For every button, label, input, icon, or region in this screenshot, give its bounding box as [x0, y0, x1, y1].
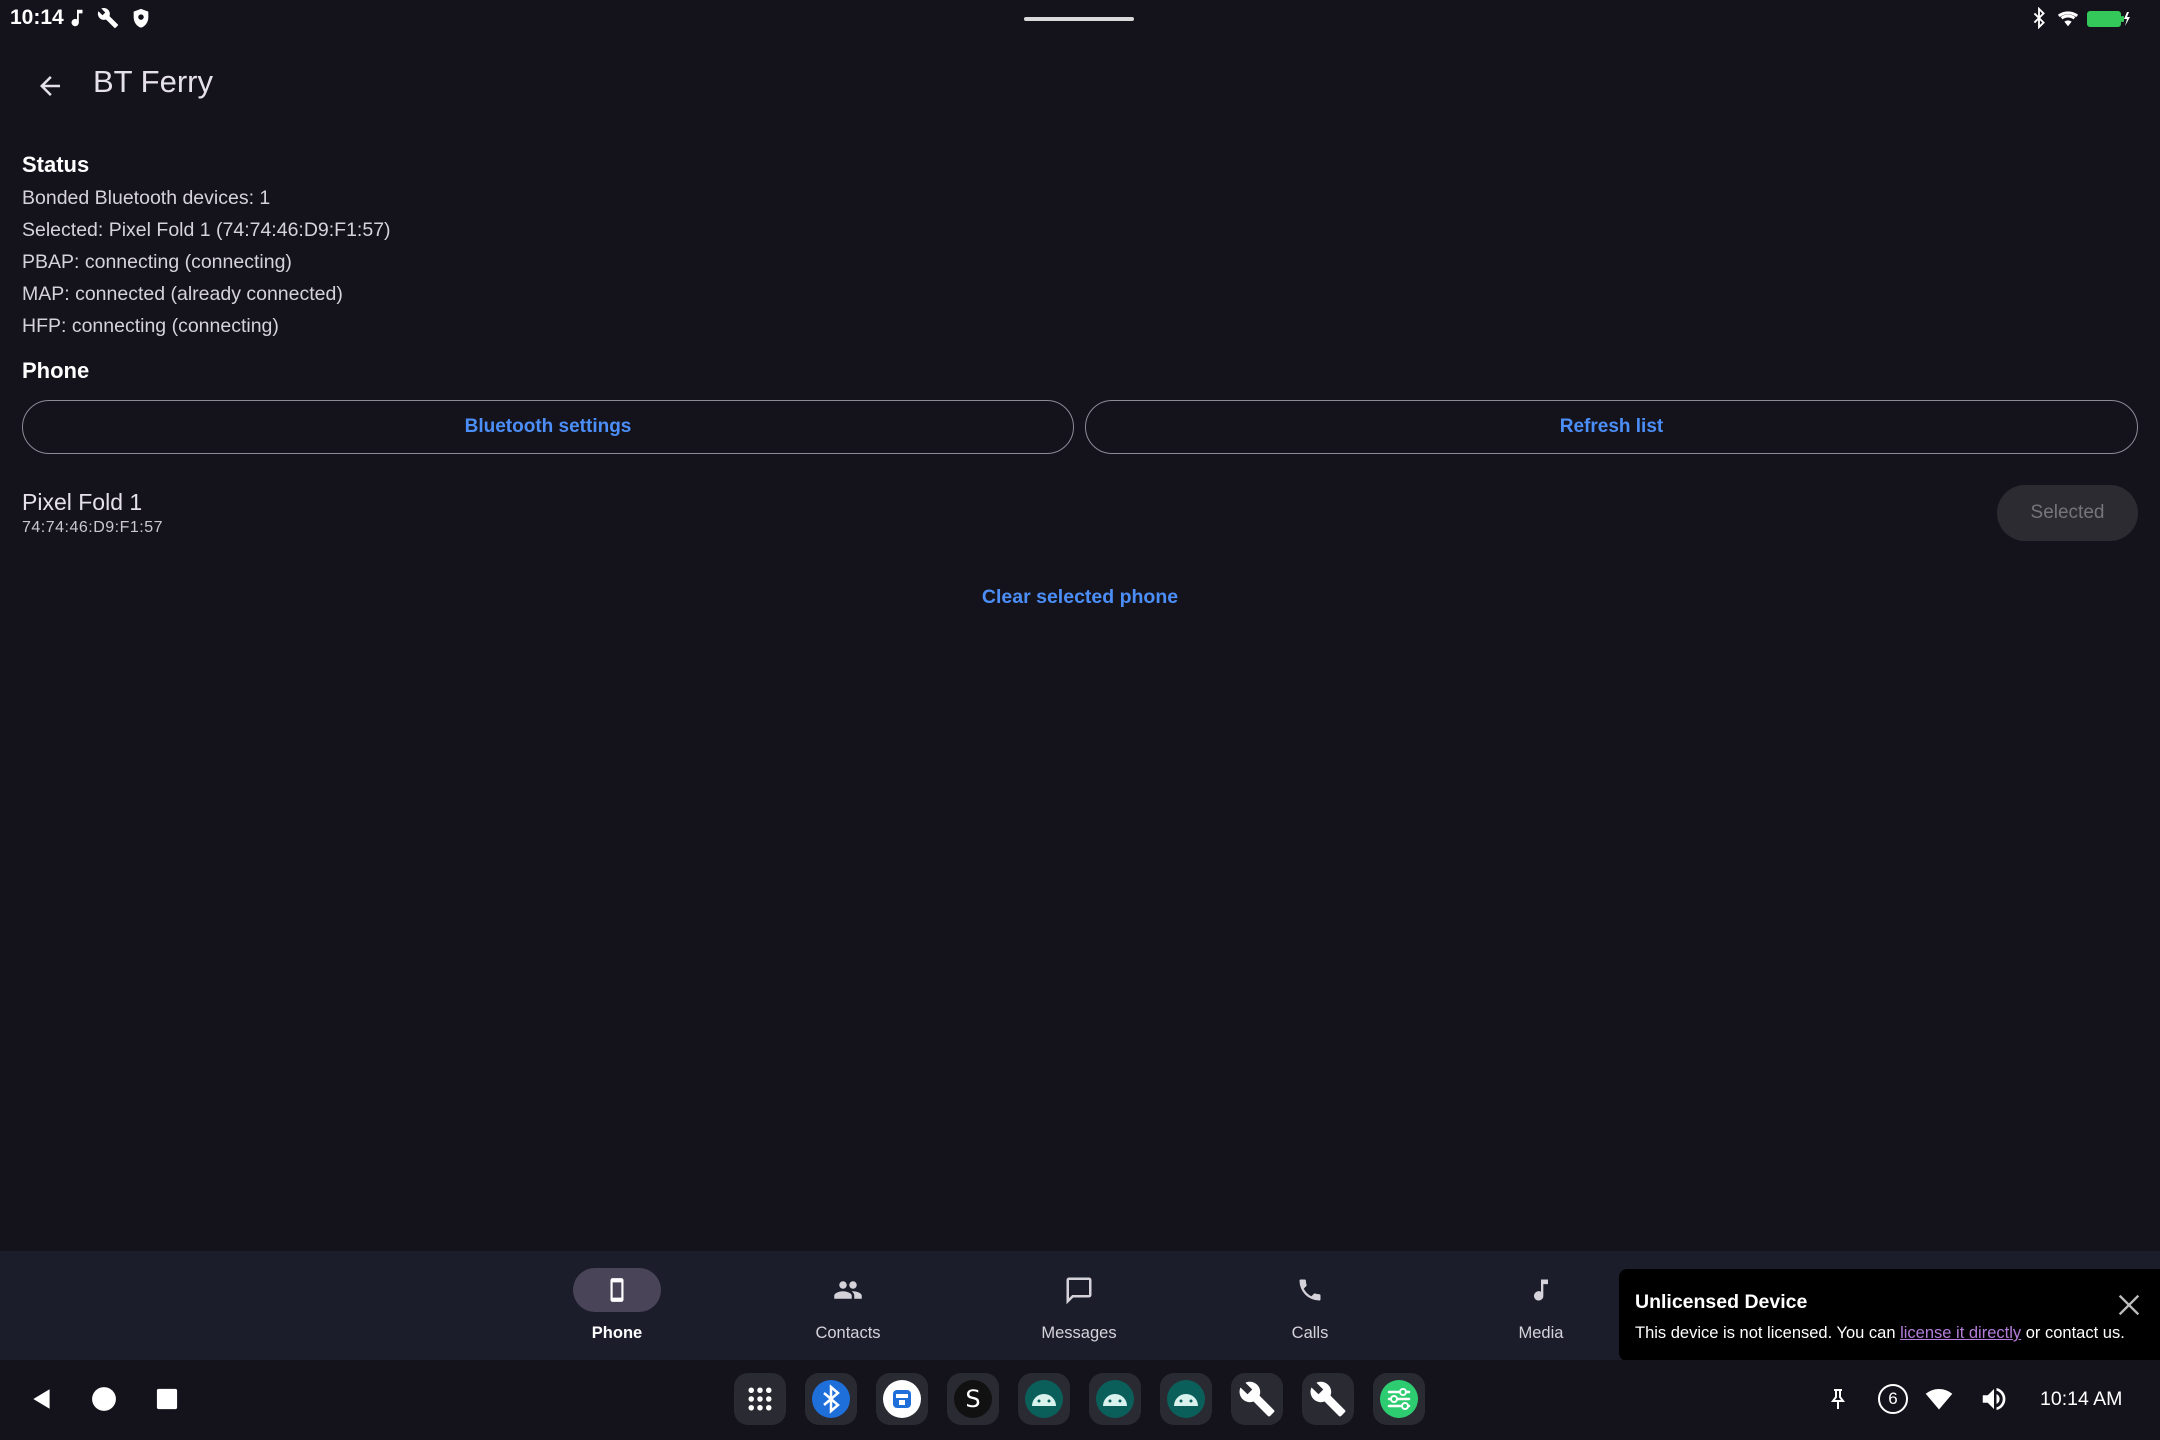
shield-icon [130, 7, 152, 29]
device-name: Pixel Fold 1 [22, 489, 143, 515]
bluetooth-app-icon[interactable] [805, 1373, 857, 1425]
settings-tune-app-icon[interactable] [1373, 1373, 1425, 1425]
toast-body: This device is not licensed. You can lic… [1635, 1324, 2125, 1343]
device-address: 74:74:46:D9:F1:57 [22, 519, 164, 536]
toast-body-prefix: This device is not licensed. You can [1635, 1324, 1901, 1342]
music-note-icon [66, 7, 88, 29]
phone-device-icon [573, 1268, 661, 1312]
status-line-hfp: HFP: connecting (connecting) [22, 315, 279, 337]
back-button[interactable] [24, 60, 76, 112]
unlicensed-toast: Unlicensed Device This device is not lic… [1619, 1269, 2160, 1361]
arrow-back-icon [35, 71, 65, 101]
refresh-list-button[interactable]: Refresh list [1085, 400, 2138, 454]
toast-body-suffix: or contact us. [2021, 1324, 2125, 1342]
toast-title: Unlicensed Device [1635, 1291, 1808, 1313]
wrench-icon [97, 7, 119, 29]
selected-button[interactable]: Selected [1997, 485, 2138, 541]
contacts-icon [804, 1268, 892, 1312]
call-icon [1266, 1268, 1354, 1312]
nav-label-messages: Messages [1041, 1324, 1117, 1342]
taskbar-clock: 10:14 AM [2040, 1388, 2123, 1410]
volume-icon[interactable] [1977, 1382, 2011, 1416]
android-app-icon[interactable] [1160, 1373, 1212, 1425]
license-link[interactable]: license it directly [1900, 1324, 2021, 1342]
close-icon[interactable] [2113, 1289, 2145, 1321]
status-section-title: Status [22, 152, 90, 177]
page-title: BT Ferry [93, 64, 213, 99]
status-line-selected: Selected: Pixel Fold 1 (74:74:46:D9:F1:5… [22, 219, 391, 241]
wifi-icon [2056, 7, 2079, 29]
android-app-icon[interactable] [1089, 1373, 1141, 1425]
wrench-app-icon[interactable] [1231, 1373, 1283, 1425]
clear-selected-phone-link[interactable]: Clear selected phone [0, 586, 2160, 609]
android-app-icon[interactable] [1018, 1373, 1070, 1425]
nav-label-phone: Phone [591, 1324, 643, 1342]
nav-item-contacts[interactable]: Contacts [772, 1251, 932, 1360]
bluetooth-settings-button[interactable]: Bluetooth settings [22, 400, 1074, 454]
nav-item-messages[interactable]: Messages [1003, 1251, 1163, 1360]
nav-label-contacts: Contacts [815, 1324, 881, 1342]
status-line-pbap: PBAP: connecting (connecting) [22, 251, 292, 273]
nav-item-calls[interactable]: Calls [1234, 1251, 1394, 1360]
wifi-icon[interactable] [1922, 1382, 1956, 1416]
device-list-item[interactable] [0, 476, 2160, 548]
nav-item-phone[interactable]: Phone [541, 1251, 701, 1360]
message-icon [1035, 1268, 1123, 1312]
gesture-handle[interactable] [1024, 17, 1134, 21]
status-bar: 10:14 [0, 0, 2160, 38]
status-line-bonded: Bonded Bluetooth devices: 1 [22, 187, 271, 209]
nav-label-media: Media [1518, 1324, 1564, 1342]
taskbar: S 6 10:14 AM [0, 1360, 2160, 1440]
pin-icon[interactable] [1821, 1382, 1855, 1416]
bt-ferry-app-icon[interactable] [876, 1373, 928, 1425]
phone-section-title: Phone [22, 358, 90, 383]
battery-charging-icon [2086, 9, 2130, 29]
recents-square-icon[interactable] [142, 1374, 192, 1424]
app-drawer-icon[interactable] [734, 1373, 786, 1425]
s-app-icon[interactable]: S [947, 1373, 999, 1425]
notification-count: 6 [1888, 1389, 1898, 1408]
notification-count-badge[interactable]: 6 [1876, 1382, 1910, 1416]
back-triangle-icon[interactable] [17, 1374, 67, 1424]
status-time: 10:14 [10, 6, 64, 29]
wrench-app-icon[interactable] [1302, 1373, 1354, 1425]
bluetooth-icon [2028, 7, 2050, 29]
status-line-map: MAP: connected (already connected) [22, 283, 343, 305]
music-note-icon [1497, 1268, 1585, 1312]
nav-label-calls: Calls [1291, 1324, 1329, 1342]
svg-text:S: S [965, 1385, 980, 1413]
home-circle-icon[interactable] [79, 1374, 129, 1424]
nav-item-media[interactable]: Media [1465, 1251, 1625, 1360]
